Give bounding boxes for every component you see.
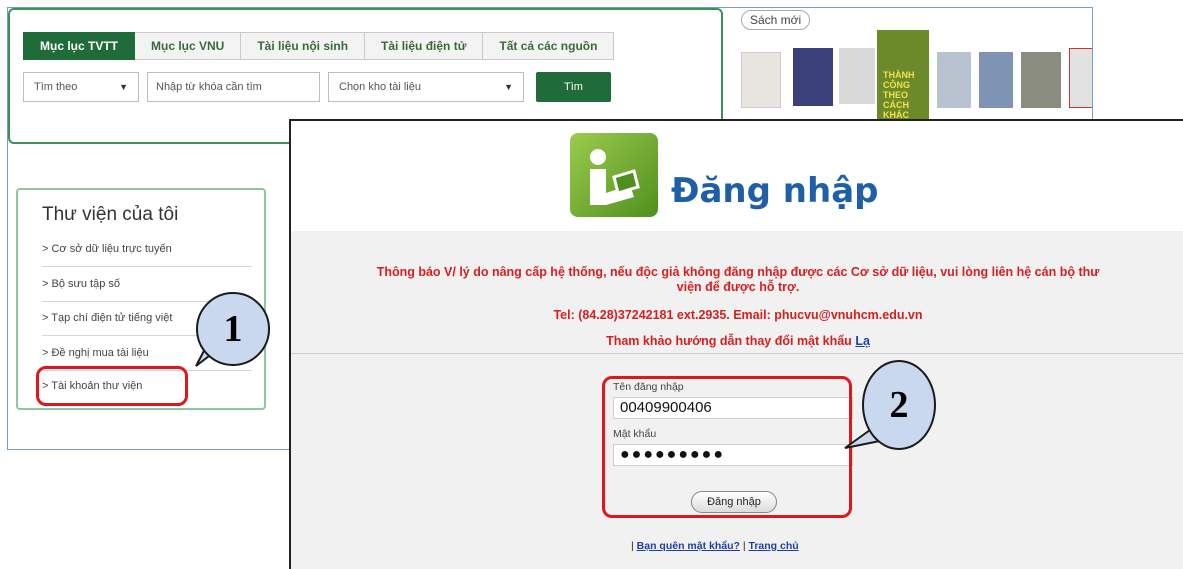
contact-info: Tel: (84.28)37242181 ext.2935. Email: ph… [553, 308, 923, 322]
book-cover[interactable] [1021, 52, 1061, 108]
book-cover[interactable] [793, 48, 833, 106]
sidebar-item-vietnamese-ejournals[interactable]: > Tạp chí điện tử tiếng việt [42, 312, 172, 324]
home-link[interactable]: Trang chủ [749, 540, 799, 552]
collection-select[interactable]: Chọn kho tài liệu ▼ [328, 72, 524, 102]
sidebar-divider [42, 266, 252, 267]
reader-logo-icon-graphic [590, 149, 640, 205]
tab-muc-luc-tvtt[interactable]: Mục lục TVTT [23, 32, 135, 60]
reader-logo-icon [570, 133, 658, 217]
tab-tai-lieu-noi-sinh[interactable]: Tài liệu nội sinh [241, 32, 366, 60]
sidebar-item-request-purchase[interactable]: > Đề nghị mua tài liệu [42, 347, 149, 359]
new-books-area: Sách mới THÀNH CÔNG THEO CÁCH KHÁC [731, 8, 1092, 126]
footer-links: | Bạn quên mật khẩu? | Trang chủ [631, 540, 799, 552]
sidebar-item-online-databases[interactable]: > Cơ sở dữ liệu trực tuyến [42, 243, 172, 255]
search-field-select-value: Tìm theo [34, 81, 78, 93]
highlight-library-account [36, 366, 188, 406]
search-button[interactable]: Tìm [536, 72, 611, 102]
search-field-select[interactable]: Tìm theo ▼ [23, 72, 139, 102]
tab-tai-lieu-dien-tu[interactable]: Tài liệu điện tử [365, 32, 484, 60]
search-input[interactable]: Nhập từ khóa cần tìm [147, 72, 320, 102]
login-title: Đăng nhập [671, 171, 879, 211]
tab-tat-ca-cac-nguon[interactable]: Tất cả các nguồn [483, 32, 615, 60]
password-guide: Tham khảo hướng dẫn thay đổi mật khẩu Lạ [291, 334, 1183, 348]
callout-1: 1 [196, 292, 270, 366]
search-input-placeholder: Nhập từ khóa cần tìm [156, 81, 262, 93]
book-cover[interactable] [839, 48, 875, 104]
footer-separator: | [631, 540, 634, 552]
chevron-down-icon: ▼ [119, 82, 128, 92]
login-header: Đăng nhập [291, 121, 1183, 231]
notice-line-2: viện để được hỗ trợ. [676, 280, 800, 294]
new-books-tab[interactable]: Sách mới [741, 10, 811, 30]
composite-screenshot: Mục lục TVTT Mục lục VNU Tài liệu nội si… [0, 0, 1183, 569]
forgot-password-link[interactable]: Bạn quên mật khẩu? [637, 540, 740, 552]
book-cover[interactable] [937, 52, 971, 108]
search-row: Tìm theo ▼ Nhập từ khóa cần tìm Chọn kho… [23, 72, 611, 102]
callout-2: 2 [862, 360, 936, 450]
footer-separator: | [742, 540, 746, 552]
tab-muc-luc-vnu[interactable]: Mục lục VNU [135, 32, 242, 60]
password-guide-link[interactable]: Lạ [855, 334, 870, 348]
book-cover[interactable] [741, 52, 781, 108]
sidebar-item-digital-collection[interactable]: > Bộ sưu tập số [42, 278, 120, 290]
notice-line-1: Thông báo V/ lý do nâng cấp hệ thống, nế… [376, 265, 1100, 279]
featured-book-cover[interactable]: THÀNH CÔNG THEO CÁCH KHÁC [877, 30, 929, 126]
highlight-login-form [602, 376, 852, 518]
password-guide-text: Tham khảo hướng dẫn thay đổi mật khẩu [606, 334, 852, 348]
chevron-down-icon: ▼ [504, 82, 513, 92]
divider [291, 353, 1183, 354]
book-cover[interactable] [1069, 48, 1092, 108]
search-tabs: Mục lục TVTT Mục lục VNU Tài liệu nội si… [23, 32, 615, 60]
my-library-title: Thư viện của tôi [42, 204, 179, 225]
collection-select-value: Chọn kho tài liệu [339, 81, 421, 93]
book-cover[interactable] [979, 52, 1013, 108]
